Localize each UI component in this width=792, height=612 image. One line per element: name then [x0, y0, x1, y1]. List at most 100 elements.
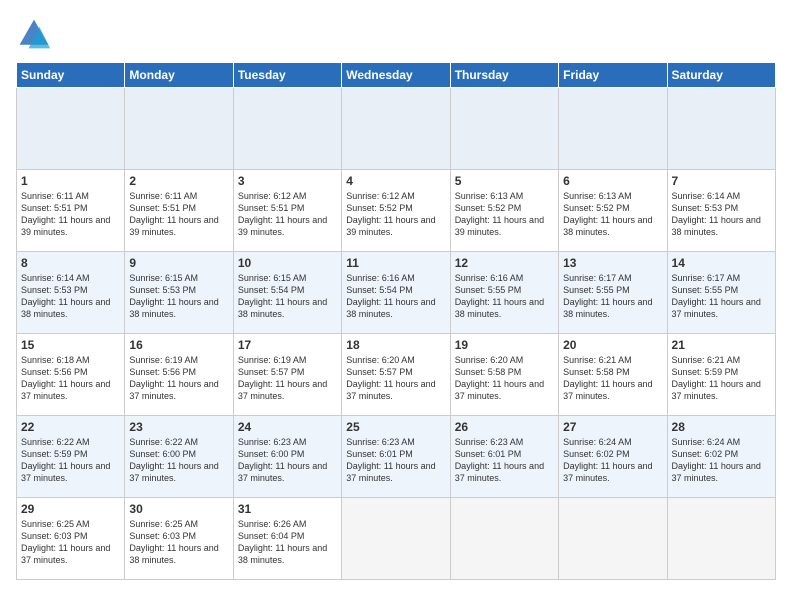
col-thursday: Thursday [450, 63, 558, 88]
day-number: 20 [563, 338, 662, 352]
col-friday: Friday [559, 63, 667, 88]
cell-text: Sunrise: 6:16 AMSunset: 5:55 PMDaylight:… [455, 273, 544, 319]
table-row: 3 Sunrise: 6:12 AMSunset: 5:51 PMDayligh… [233, 170, 341, 252]
table-row: 1 Sunrise: 6:11 AMSunset: 5:51 PMDayligh… [17, 170, 125, 252]
day-number: 1 [21, 174, 120, 188]
table-row [17, 88, 125, 170]
cell-text: Sunrise: 6:19 AMSunset: 5:56 PMDaylight:… [129, 355, 218, 401]
table-row: 29 Sunrise: 6:25 AMSunset: 6:03 PMDaylig… [17, 498, 125, 580]
day-number: 3 [238, 174, 337, 188]
day-number: 4 [346, 174, 445, 188]
day-number: 21 [672, 338, 771, 352]
cell-text: Sunrise: 6:19 AMSunset: 5:57 PMDaylight:… [238, 355, 327, 401]
table-row: 21 Sunrise: 6:21 AMSunset: 5:59 PMDaylig… [667, 334, 775, 416]
day-number: 18 [346, 338, 445, 352]
day-number: 2 [129, 174, 228, 188]
day-number: 13 [563, 256, 662, 270]
table-row [342, 88, 450, 170]
table-row: 23 Sunrise: 6:22 AMSunset: 6:00 PMDaylig… [125, 416, 233, 498]
day-number: 8 [21, 256, 120, 270]
cell-text: Sunrise: 6:22 AMSunset: 6:00 PMDaylight:… [129, 437, 218, 483]
day-number: 12 [455, 256, 554, 270]
page: Sunday Monday Tuesday Wednesday Thursday… [0, 0, 792, 612]
cell-text: Sunrise: 6:13 AMSunset: 5:52 PMDaylight:… [455, 191, 544, 237]
day-number: 6 [563, 174, 662, 188]
col-monday: Monday [125, 63, 233, 88]
table-row: 18 Sunrise: 6:20 AMSunset: 5:57 PMDaylig… [342, 334, 450, 416]
day-number: 23 [129, 420, 228, 434]
table-row: 9 Sunrise: 6:15 AMSunset: 5:53 PMDayligh… [125, 252, 233, 334]
table-row: 28 Sunrise: 6:24 AMSunset: 6:02 PMDaylig… [667, 416, 775, 498]
header [16, 16, 776, 52]
day-number: 17 [238, 338, 337, 352]
table-row: 15 Sunrise: 6:18 AMSunset: 5:56 PMDaylig… [17, 334, 125, 416]
calendar-table: Sunday Monday Tuesday Wednesday Thursday… [16, 62, 776, 580]
day-number: 10 [238, 256, 337, 270]
cell-text: Sunrise: 6:25 AMSunset: 6:03 PMDaylight:… [21, 519, 110, 565]
calendar-week-row: 22 Sunrise: 6:22 AMSunset: 5:59 PMDaylig… [17, 416, 776, 498]
cell-text: Sunrise: 6:12 AMSunset: 5:52 PMDaylight:… [346, 191, 435, 237]
calendar-week-row: 1 Sunrise: 6:11 AMSunset: 5:51 PMDayligh… [17, 170, 776, 252]
day-number: 30 [129, 502, 228, 516]
day-number: 27 [563, 420, 662, 434]
calendar-week-row: 15 Sunrise: 6:18 AMSunset: 5:56 PMDaylig… [17, 334, 776, 416]
table-row: 14 Sunrise: 6:17 AMSunset: 5:55 PMDaylig… [667, 252, 775, 334]
table-row [450, 88, 558, 170]
table-row: 31 Sunrise: 6:26 AMSunset: 6:04 PMDaylig… [233, 498, 341, 580]
day-number: 5 [455, 174, 554, 188]
col-tuesday: Tuesday [233, 63, 341, 88]
cell-text: Sunrise: 6:21 AMSunset: 5:59 PMDaylight:… [672, 355, 761, 401]
cell-text: Sunrise: 6:24 AMSunset: 6:02 PMDaylight:… [672, 437, 761, 483]
cell-text: Sunrise: 6:16 AMSunset: 5:54 PMDaylight:… [346, 273, 435, 319]
day-number: 14 [672, 256, 771, 270]
calendar-week-row [17, 88, 776, 170]
day-number: 19 [455, 338, 554, 352]
cell-text: Sunrise: 6:17 AMSunset: 5:55 PMDaylight:… [563, 273, 652, 319]
day-number: 9 [129, 256, 228, 270]
cell-text: Sunrise: 6:23 AMSunset: 6:00 PMDaylight:… [238, 437, 327, 483]
col-saturday: Saturday [667, 63, 775, 88]
table-row: 6 Sunrise: 6:13 AMSunset: 5:52 PMDayligh… [559, 170, 667, 252]
table-row: 27 Sunrise: 6:24 AMSunset: 6:02 PMDaylig… [559, 416, 667, 498]
col-sunday: Sunday [17, 63, 125, 88]
table-row: 2 Sunrise: 6:11 AMSunset: 5:51 PMDayligh… [125, 170, 233, 252]
table-row: 8 Sunrise: 6:14 AMSunset: 5:53 PMDayligh… [17, 252, 125, 334]
day-number: 22 [21, 420, 120, 434]
table-row: 26 Sunrise: 6:23 AMSunset: 6:01 PMDaylig… [450, 416, 558, 498]
cell-text: Sunrise: 6:17 AMSunset: 5:55 PMDaylight:… [672, 273, 761, 319]
table-row: 5 Sunrise: 6:13 AMSunset: 5:52 PMDayligh… [450, 170, 558, 252]
col-wednesday: Wednesday [342, 63, 450, 88]
table-row [559, 88, 667, 170]
cell-text: Sunrise: 6:13 AMSunset: 5:52 PMDaylight:… [563, 191, 652, 237]
table-row: 4 Sunrise: 6:12 AMSunset: 5:52 PMDayligh… [342, 170, 450, 252]
cell-text: Sunrise: 6:23 AMSunset: 6:01 PMDaylight:… [455, 437, 544, 483]
cell-text: Sunrise: 6:15 AMSunset: 5:54 PMDaylight:… [238, 273, 327, 319]
table-row [559, 498, 667, 580]
table-row: 16 Sunrise: 6:19 AMSunset: 5:56 PMDaylig… [125, 334, 233, 416]
day-number: 25 [346, 420, 445, 434]
table-row: 17 Sunrise: 6:19 AMSunset: 5:57 PMDaylig… [233, 334, 341, 416]
cell-text: Sunrise: 6:22 AMSunset: 5:59 PMDaylight:… [21, 437, 110, 483]
table-row: 7 Sunrise: 6:14 AMSunset: 5:53 PMDayligh… [667, 170, 775, 252]
day-number: 15 [21, 338, 120, 352]
cell-text: Sunrise: 6:11 AMSunset: 5:51 PMDaylight:… [21, 191, 110, 237]
table-row: 19 Sunrise: 6:20 AMSunset: 5:58 PMDaylig… [450, 334, 558, 416]
cell-text: Sunrise: 6:20 AMSunset: 5:58 PMDaylight:… [455, 355, 544, 401]
table-row [667, 88, 775, 170]
cell-text: Sunrise: 6:24 AMSunset: 6:02 PMDaylight:… [563, 437, 652, 483]
day-number: 7 [672, 174, 771, 188]
table-row: 13 Sunrise: 6:17 AMSunset: 5:55 PMDaylig… [559, 252, 667, 334]
table-row [125, 88, 233, 170]
day-number: 31 [238, 502, 337, 516]
table-row [450, 498, 558, 580]
cell-text: Sunrise: 6:14 AMSunset: 5:53 PMDaylight:… [672, 191, 761, 237]
table-row: 25 Sunrise: 6:23 AMSunset: 6:01 PMDaylig… [342, 416, 450, 498]
day-number: 29 [21, 502, 120, 516]
cell-text: Sunrise: 6:25 AMSunset: 6:03 PMDaylight:… [129, 519, 218, 565]
table-row: 11 Sunrise: 6:16 AMSunset: 5:54 PMDaylig… [342, 252, 450, 334]
calendar-header-row: Sunday Monday Tuesday Wednesday Thursday… [17, 63, 776, 88]
day-number: 11 [346, 256, 445, 270]
logo [16, 16, 56, 52]
table-row [667, 498, 775, 580]
calendar-week-row: 8 Sunrise: 6:14 AMSunset: 5:53 PMDayligh… [17, 252, 776, 334]
